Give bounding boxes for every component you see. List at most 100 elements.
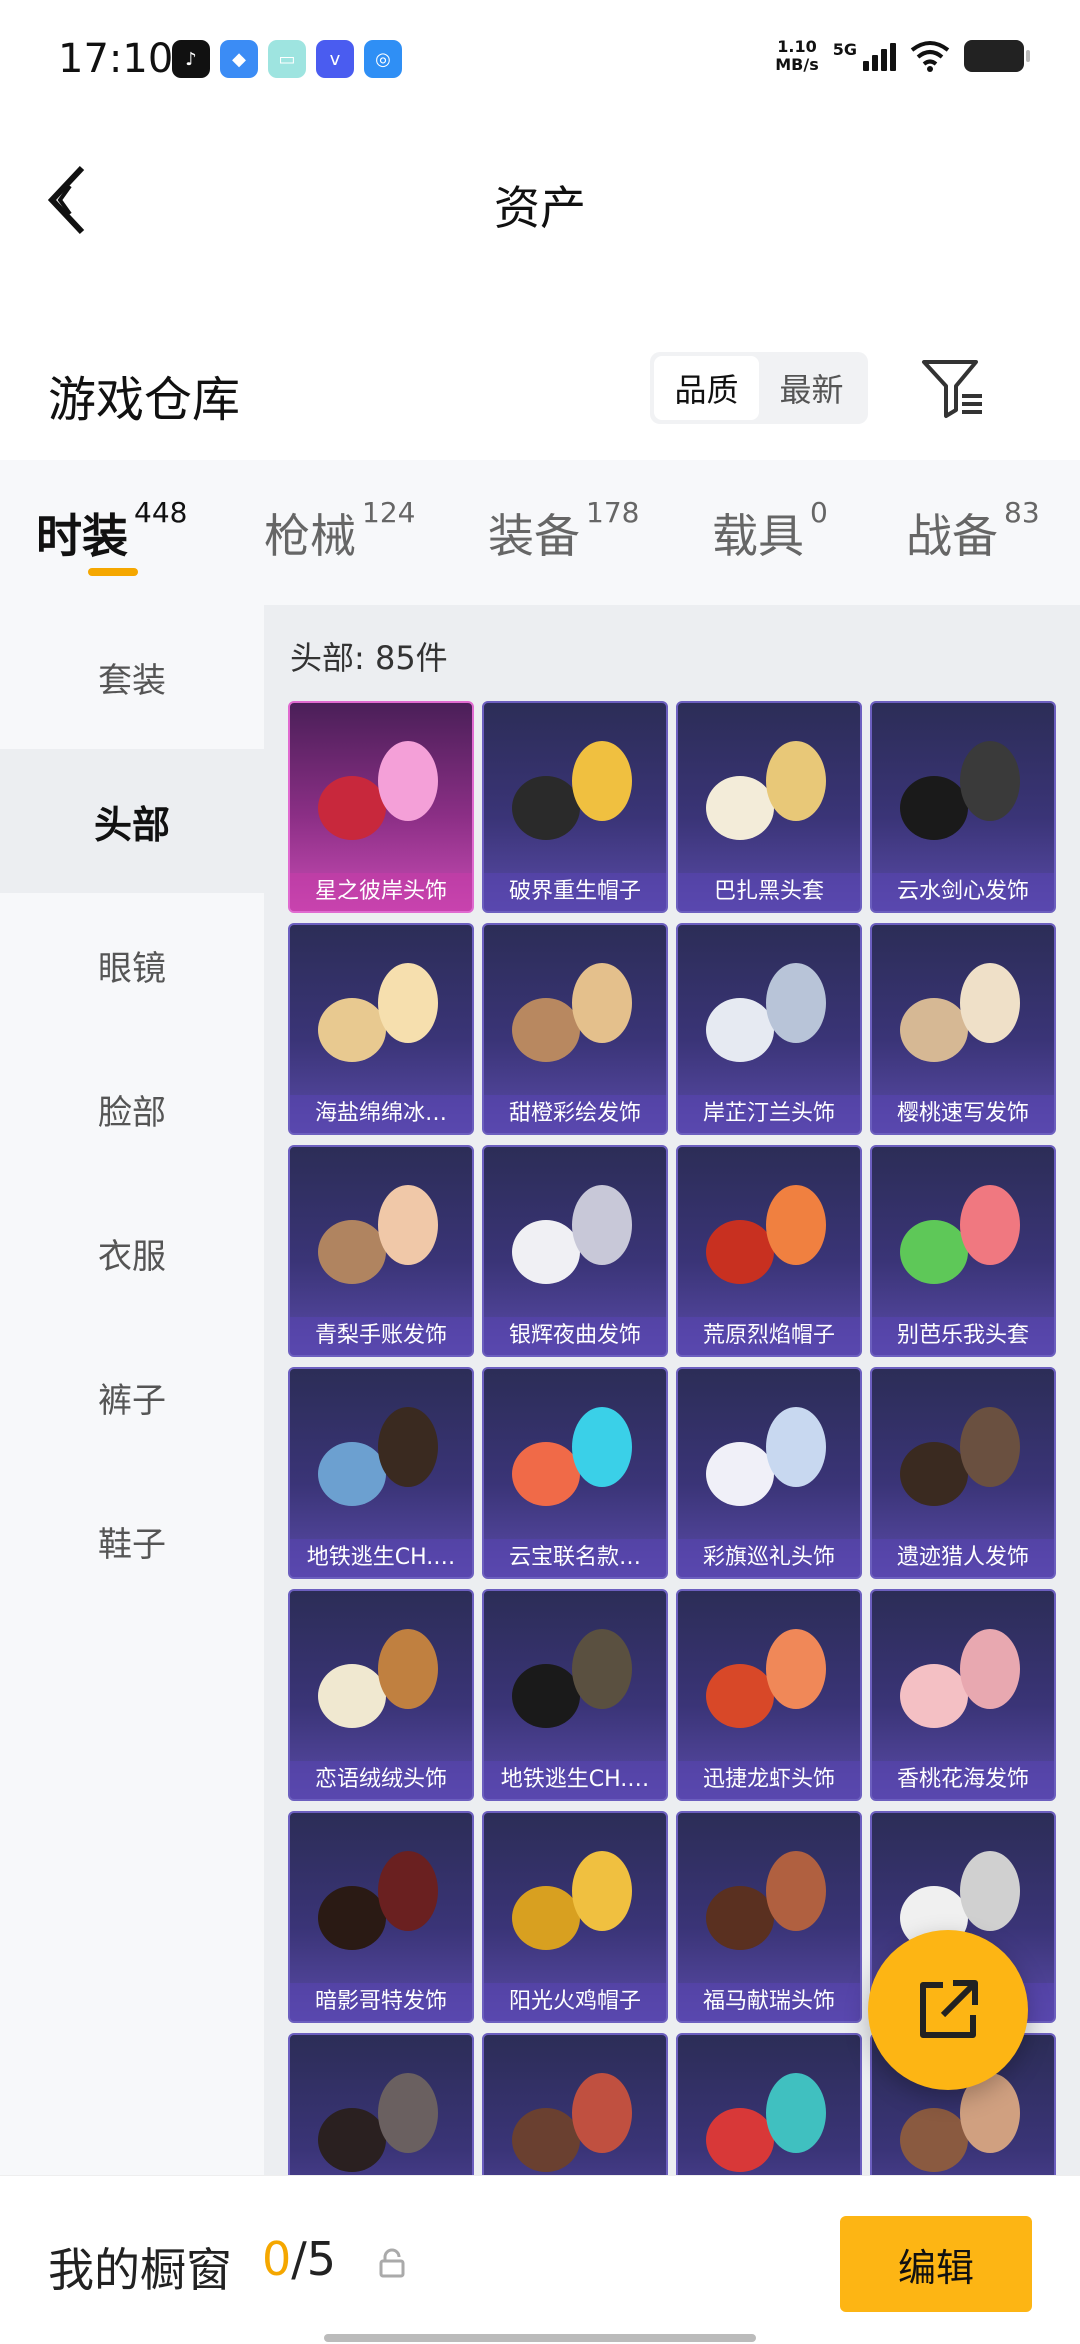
- item-card[interactable]: 银辉夜曲发饰: [482, 1145, 668, 1357]
- item-image: [900, 741, 1020, 840]
- tab-count: 448: [134, 496, 188, 529]
- item-image: [900, 1629, 1020, 1728]
- share-icon: [920, 1980, 978, 2038]
- item-card[interactable]: 破界重生帽子: [482, 701, 668, 913]
- item-card[interactable]: 暗影哥特发饰: [288, 1811, 474, 2023]
- item-image: [706, 963, 826, 1062]
- notification-icons: ♪ ◆ ▭ v ◎: [172, 40, 402, 78]
- tab-label: 载具: [712, 509, 804, 563]
- item-card[interactable]: 香桃花海发饰: [870, 1589, 1056, 1801]
- sidebar-item-head[interactable]: 头部: [0, 749, 264, 893]
- item-image: [318, 741, 438, 840]
- tiktok-icon: ♪: [172, 40, 210, 78]
- share-button[interactable]: [868, 1930, 1028, 2090]
- item-image: [706, 1407, 826, 1506]
- item-image: [706, 1185, 826, 1284]
- item-name: 香桃花海发饰: [872, 1761, 1054, 1799]
- item-image: [706, 1629, 826, 1728]
- net-speed-value: 1.10: [777, 37, 817, 56]
- item-card[interactable]: 星之彼岸头饰: [288, 701, 474, 913]
- item-image: [318, 1629, 438, 1728]
- sort-quality[interactable]: 品质: [654, 356, 759, 420]
- item-image: [706, 741, 826, 840]
- showcase-current: 0: [262, 2232, 292, 2286]
- item-card[interactable]: 樱桃速写发饰: [870, 923, 1056, 1135]
- item-image: [512, 963, 632, 1062]
- item-card[interactable]: 地铁逃生CH.…: [288, 1367, 474, 1579]
- item-name: 地铁逃生CH.…: [290, 1539, 472, 1577]
- item-image: [318, 1185, 438, 1284]
- item-name: 云水剑心发饰: [872, 873, 1054, 911]
- item-card[interactable]: 巴扎黑头套: [676, 701, 862, 913]
- item-name: 别芭乐我头套: [872, 1317, 1054, 1355]
- item-card[interactable]: 福马献瑞头饰: [676, 1811, 862, 2023]
- tab-vehicles[interactable]: 载具 0: [712, 496, 828, 566]
- item-name: 彩旗巡礼头饰: [678, 1539, 860, 1577]
- filter-icon[interactable]: [920, 356, 986, 420]
- item-name: 岸芷汀兰头饰: [678, 1095, 860, 1133]
- item-card[interactable]: 恋语绒绒头饰: [288, 1589, 474, 1801]
- tab-fashion[interactable]: 时装 448: [36, 496, 187, 566]
- sort-toggle: 品质 最新: [650, 352, 868, 424]
- battery-icon: [964, 40, 1030, 72]
- item-name: 樱桃速写发饰: [872, 1095, 1054, 1133]
- item-card[interactable]: 海盐绵绵冰…: [288, 923, 474, 1135]
- item-name: 阳光火鸡帽子: [484, 1983, 666, 2021]
- item-name: 青梨手账发饰: [290, 1317, 472, 1355]
- item-card[interactable]: [288, 2033, 474, 2175]
- app-header: 资产: [0, 140, 1080, 260]
- tab-count: 178: [586, 496, 640, 529]
- item-card[interactable]: 地铁逃生CH.…: [482, 1589, 668, 1801]
- status-bar: 17:10 ♪ ◆ ▭ v ◎ 1.10 MB/s 5G: [0, 0, 1080, 120]
- tab-equipment[interactable]: 装备 178: [488, 496, 639, 566]
- item-card[interactable]: 甜橙彩绘发饰: [482, 923, 668, 1135]
- net-speed: 1.10 MB/s: [775, 38, 818, 74]
- item-card[interactable]: 彩旗巡礼头饰: [676, 1367, 862, 1579]
- item-card[interactable]: 遗迹猎人发饰: [870, 1367, 1056, 1579]
- item-card[interactable]: 迅捷龙虾头饰: [676, 1589, 862, 1801]
- page-title: 资产: [494, 181, 586, 235]
- item-image: [900, 963, 1020, 1062]
- item-card[interactable]: 青梨手账发饰: [288, 1145, 474, 1357]
- sidebar-item-clothes[interactable]: 衣服: [0, 1181, 264, 1325]
- browser-icon: ◎: [364, 40, 402, 78]
- edit-button[interactable]: 编辑: [840, 2216, 1032, 2312]
- item-card[interactable]: 云水剑心发饰: [870, 701, 1056, 913]
- item-card[interactable]: 云宝联名款…: [482, 1367, 668, 1579]
- showcase-max: 5: [306, 2232, 337, 2286]
- item-image: [512, 1629, 632, 1728]
- tab-count: 124: [362, 496, 416, 529]
- item-card[interactable]: [676, 2033, 862, 2175]
- showcase-bar: 我的橱窗 0/5 编辑: [0, 2175, 1080, 2344]
- sidebar-item-face[interactable]: 脸部: [0, 1037, 264, 1181]
- item-name: 地铁逃生CH.…: [484, 1761, 666, 1799]
- net-speed-unit: MB/s: [775, 55, 819, 74]
- item-name: 银辉夜曲发饰: [484, 1317, 666, 1355]
- item-name: 星之彼岸头饰: [290, 873, 472, 911]
- tab-supplies[interactable]: 战备 83: [906, 496, 1040, 566]
- item-name: 破界重生帽子: [484, 873, 666, 911]
- item-card[interactable]: 荒原烈焰帽子: [676, 1145, 862, 1357]
- item-name: 暗影哥特发饰: [290, 1983, 472, 2021]
- item-image: [512, 2073, 632, 2172]
- item-card[interactable]: 别芭乐我头套: [870, 1145, 1056, 1357]
- item-image: [900, 1185, 1020, 1284]
- tab-count: 0: [810, 496, 828, 529]
- tab-count: 83: [1004, 496, 1040, 529]
- item-card[interactable]: [482, 2033, 668, 2175]
- sidebar-item-shoes[interactable]: 鞋子: [0, 1469, 264, 1613]
- tab-firearms[interactable]: 枪械 124: [264, 496, 415, 566]
- sidebar-item-glasses[interactable]: 眼镜: [0, 893, 264, 1037]
- item-card[interactable]: 岸芷汀兰头饰: [676, 923, 862, 1135]
- sub-category-sidebar: 套装 头部 眼镜 脸部 衣服 裤子 鞋子: [0, 605, 264, 2175]
- category-tabs: 时装 448 枪械 124 装备 178 载具 0 战备 83: [0, 460, 1080, 605]
- item-image: [318, 1407, 438, 1506]
- item-image: [318, 2073, 438, 2172]
- item-card[interactable]: 阳光火鸡帽子: [482, 1811, 668, 2023]
- sort-newest[interactable]: 最新: [759, 356, 864, 420]
- item-name: 恋语绒绒头饰: [290, 1761, 472, 1799]
- sidebar-item-sets[interactable]: 套装: [0, 605, 264, 749]
- lock-icon: [379, 2248, 405, 2278]
- app-icon: ▭: [268, 40, 306, 78]
- sidebar-item-pants[interactable]: 裤子: [0, 1325, 264, 1469]
